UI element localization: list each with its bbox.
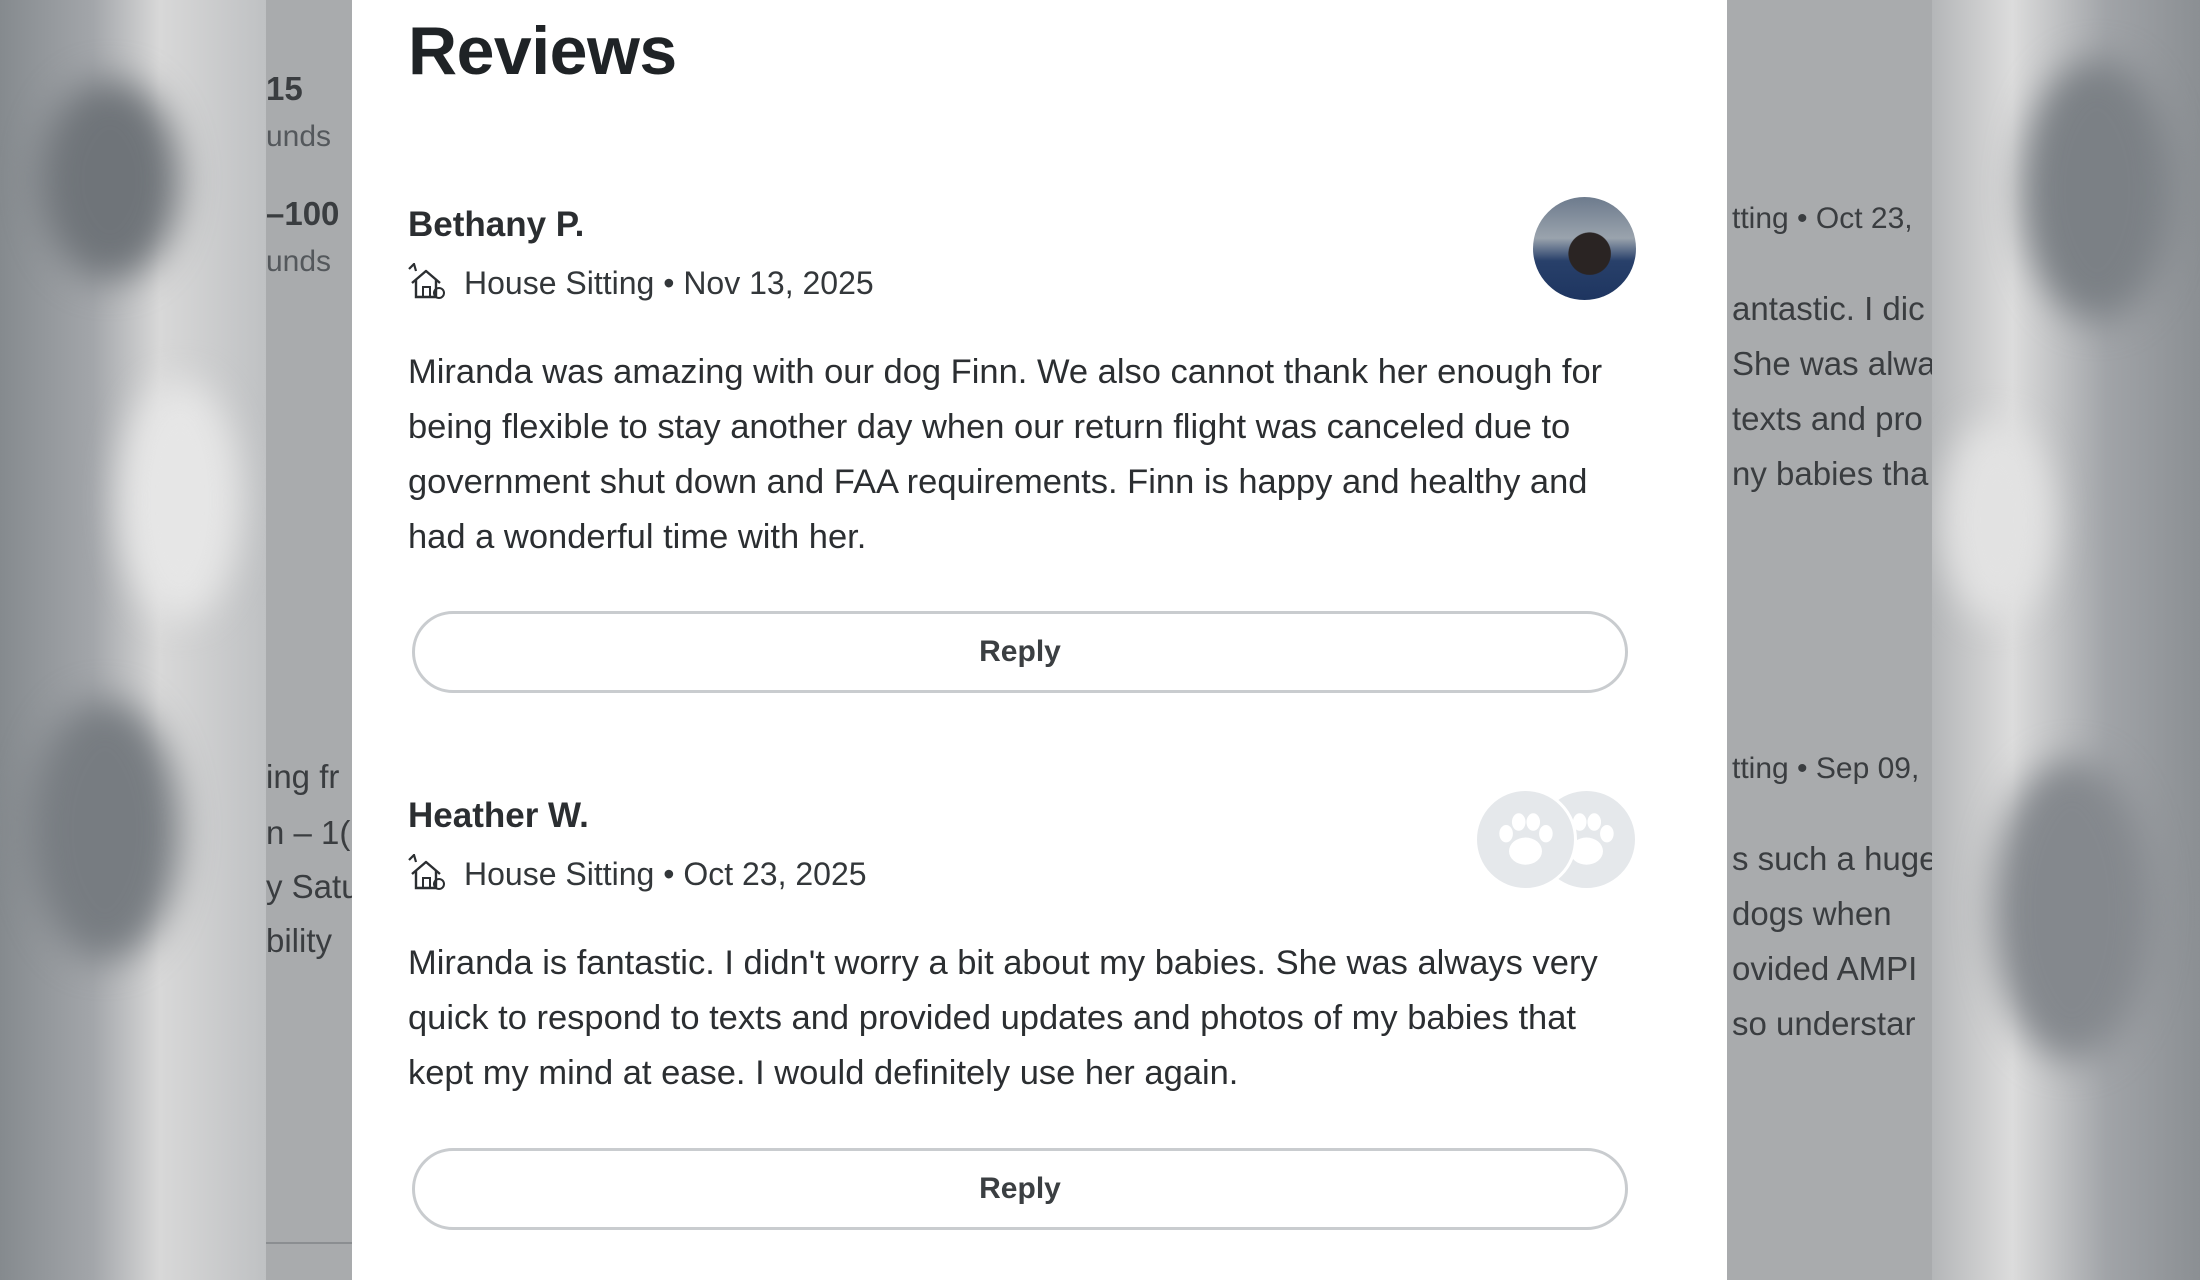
reviewer-name: Heather W. bbox=[408, 796, 589, 835]
bg-stat-unit: unds bbox=[266, 245, 332, 278]
bg-review-meta: tting • Sep 09, bbox=[1732, 752, 1920, 785]
house-sitting-icon bbox=[408, 263, 445, 299]
backdrop-shape bbox=[120, 380, 240, 620]
backdrop-shape bbox=[1942, 420, 2052, 620]
review-card: Heather W. House Sitting • Oct 23, 2025 … bbox=[408, 788, 1638, 1276]
bg-review-meta: tting • Oct 23, bbox=[1732, 202, 1913, 235]
review-text: Miranda was amazing with our dog Finn. W… bbox=[408, 353, 1603, 556]
bg-stat-value: 15 bbox=[266, 70, 303, 107]
house-sitting-icon bbox=[408, 854, 445, 890]
bg-text-line: bility bbox=[266, 922, 333, 959]
review-service-date: House Sitting • Nov 13, 2025 bbox=[464, 264, 874, 301]
bg-text-line: dogs when bbox=[1732, 895, 1892, 932]
avatar bbox=[1533, 197, 1636, 300]
bg-text-line: She was alwa bbox=[1732, 345, 1932, 382]
review-text: Miranda is fantastic. I didn't worry a b… bbox=[408, 944, 1598, 1092]
bg-text-line: so understar bbox=[1732, 1005, 1916, 1042]
blurred-backdrop-left bbox=[0, 0, 266, 1280]
paw-avatar-front bbox=[1474, 788, 1577, 891]
bg-text-line: ovided AMPI bbox=[1732, 950, 1918, 987]
bg-right-column: tting • Oct 23, antastic. I dic She was … bbox=[1726, 0, 1932, 1280]
backdrop-shape bbox=[40, 80, 180, 280]
bg-text-line: ny babies tha bbox=[1732, 455, 1929, 492]
bg-text-line: antastic. I dic bbox=[1732, 290, 1925, 327]
bg-text-line: texts and pro bbox=[1732, 400, 1923, 437]
bg-divider bbox=[266, 1242, 352, 1244]
reviews-modal[interactable]: Reviews Bethany P. House Sitting • Nov 1… bbox=[352, 0, 1727, 1280]
review-service-date: House Sitting • Oct 23, 2025 bbox=[464, 855, 867, 892]
screen: 15 unds –100 unds ing fr n – 1( y Satu b… bbox=[0, 0, 2200, 1280]
reviewer-name: Bethany P. bbox=[408, 205, 585, 244]
reply-button[interactable]: Reply bbox=[412, 611, 1628, 693]
backdrop-shape bbox=[30, 700, 180, 960]
bg-text-line: ing fr bbox=[266, 758, 340, 795]
modal-title: Reviews bbox=[408, 13, 677, 89]
backdrop-shape bbox=[2022, 60, 2172, 320]
backdrop-shape bbox=[1992, 760, 2152, 1060]
reply-button[interactable]: Reply bbox=[412, 1148, 1628, 1230]
blurred-backdrop-right bbox=[1932, 0, 2200, 1280]
bg-text-line: s such a huge bbox=[1732, 840, 1932, 877]
bg-text-line: y Satu bbox=[266, 868, 360, 905]
review-meta: House Sitting • Oct 23, 2025 bbox=[408, 854, 867, 894]
paw-icon bbox=[1499, 813, 1553, 865]
bg-stat-value: –100 bbox=[266, 195, 340, 232]
review-card: Bethany P. House Sitting • Nov 13, 2025 … bbox=[408, 197, 1636, 705]
bg-stat-unit: unds bbox=[266, 120, 332, 153]
review-meta: House Sitting • Nov 13, 2025 bbox=[408, 263, 874, 303]
bg-text-line: n – 1( bbox=[266, 814, 351, 851]
